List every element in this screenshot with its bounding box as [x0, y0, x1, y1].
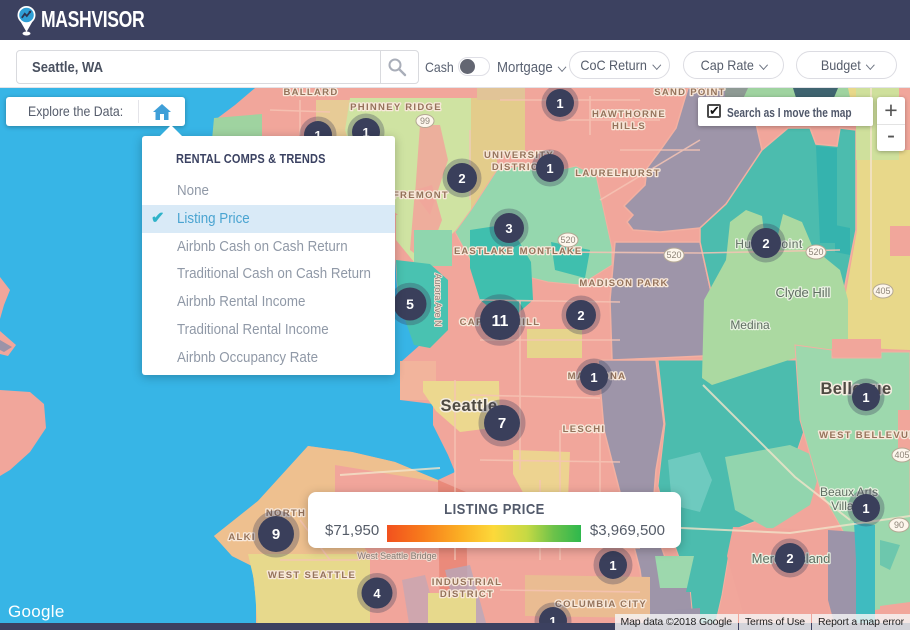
svg-text:ALKI: ALKI [228, 532, 255, 543]
svg-text:COLUMBIA CITY: COLUMBIA CITY [555, 599, 647, 610]
svg-text:West Seattle Bridge: West Seattle Bridge [357, 551, 436, 561]
svg-text:1: 1 [609, 558, 616, 573]
svg-text:520: 520 [808, 247, 823, 257]
svg-text:HILLS: HILLS [612, 121, 646, 132]
svg-text:FREMONT: FREMONT [393, 190, 449, 201]
svg-text:3: 3 [505, 221, 512, 236]
svg-text:1: 1 [556, 96, 563, 111]
svg-text:2: 2 [762, 236, 769, 251]
svg-text:LAURELHURST: LAURELHURST [575, 168, 661, 179]
svg-text:2: 2 [786, 551, 793, 566]
svg-text:Medina: Medina [730, 318, 770, 332]
svg-text:90: 90 [894, 520, 904, 530]
svg-text:Aurora Ave N: Aurora Ave N [433, 273, 443, 326]
svg-text:4: 4 [373, 586, 381, 601]
svg-text:1: 1 [546, 161, 553, 176]
svg-text:11: 11 [492, 313, 509, 330]
svg-text:DISTRICT: DISTRICT [440, 589, 494, 600]
svg-text:EASTLAKE: EASTLAKE [454, 246, 514, 257]
svg-text:1: 1 [862, 501, 869, 516]
svg-text:WEST BELLEVUE: WEST BELLEVUE [819, 430, 910, 441]
svg-text:1: 1 [862, 390, 869, 405]
svg-text:5: 5 [406, 296, 414, 312]
svg-text:INDUSTRIAL: INDUSTRIAL [432, 577, 503, 588]
svg-text:HAWTHORNE: HAWTHORNE [592, 109, 666, 120]
svg-text:520: 520 [666, 250, 681, 260]
svg-text:9: 9 [272, 526, 280, 543]
svg-text:LESCHI: LESCHI [563, 424, 606, 435]
svg-text:BALLARD: BALLARD [283, 88, 338, 98]
svg-text:Clyde Hill: Clyde Hill [776, 285, 831, 300]
svg-text:99: 99 [420, 116, 430, 126]
svg-text:2: 2 [458, 171, 465, 186]
svg-text:405: 405 [875, 286, 890, 296]
svg-text:WEST SEATTLE: WEST SEATTLE [268, 570, 356, 581]
svg-text:PHINNEY RIDGE: PHINNEY RIDGE [350, 102, 442, 113]
svg-text:7: 7 [498, 415, 506, 432]
svg-text:MONTLAKE: MONTLAKE [520, 246, 583, 257]
svg-text:MADISON PARK: MADISON PARK [579, 278, 668, 289]
svg-text:520: 520 [560, 235, 575, 245]
svg-text:1: 1 [590, 370, 597, 385]
svg-text:2: 2 [577, 308, 584, 323]
svg-text:405: 405 [894, 450, 909, 460]
